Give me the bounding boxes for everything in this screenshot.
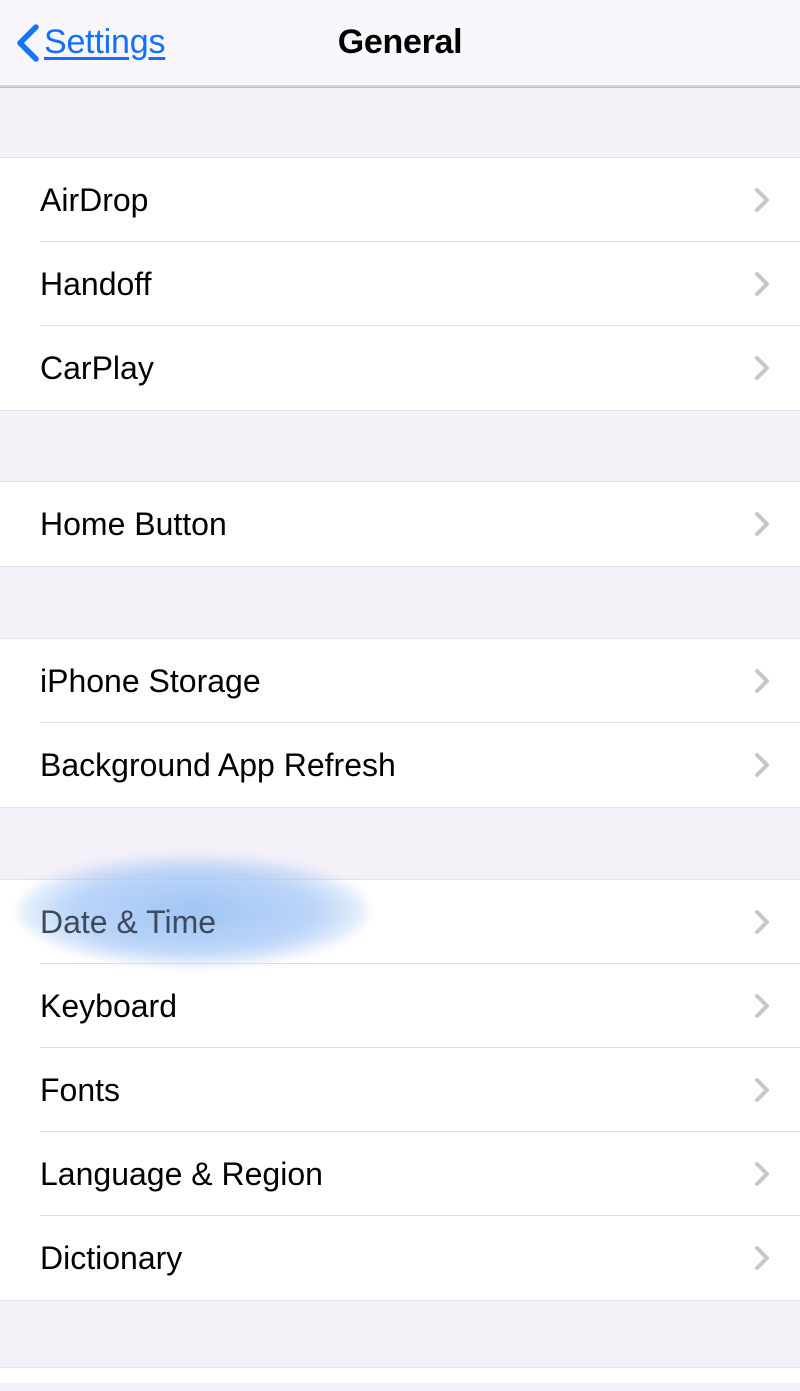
chevron-right-icon [754, 355, 770, 381]
row-label: Language & Region [40, 1156, 754, 1193]
page-title: General [338, 23, 463, 62]
chevron-right-icon [754, 187, 770, 213]
settings-group: Date & Time Keyboard Fonts Language & Re… [0, 879, 800, 1301]
row-carplay[interactable]: CarPlay [0, 326, 800, 410]
row-fonts[interactable]: Fonts [0, 1048, 800, 1132]
chevron-right-icon [754, 909, 770, 935]
row-home-button[interactable]: Home Button [0, 482, 800, 566]
chevron-right-icon [754, 752, 770, 778]
back-label: Settings [44, 23, 165, 62]
settings-group: AirDrop Handoff CarPlay [0, 157, 800, 411]
chevron-left-icon [16, 24, 40, 62]
row-label: Home Button [40, 506, 754, 543]
row-label: Fonts [40, 1072, 754, 1109]
chevron-right-icon [754, 993, 770, 1019]
row-label: Date & Time [40, 904, 754, 941]
row-label: Keyboard [40, 988, 754, 1025]
row-label: Background App Refresh [40, 747, 754, 784]
section-spacer [0, 411, 800, 481]
row-dictionary[interactable]: Dictionary [0, 1216, 800, 1300]
chevron-right-icon [754, 271, 770, 297]
row-language-region[interactable]: Language & Region [0, 1132, 800, 1216]
row-background-app-refresh[interactable]: Background App Refresh [0, 723, 800, 807]
row-label: Dictionary [40, 1240, 754, 1277]
row-label: Handoff [40, 266, 754, 303]
chevron-right-icon [754, 668, 770, 694]
row-handoff[interactable]: Handoff [0, 242, 800, 326]
navigation-bar: Settings General [0, 0, 800, 86]
row-label: iPhone Storage [40, 663, 754, 700]
row-label: CarPlay [40, 350, 754, 387]
chevron-right-icon [754, 511, 770, 537]
row-airdrop[interactable]: AirDrop [0, 158, 800, 242]
row-date-time[interactable]: Date & Time [0, 880, 800, 964]
section-spacer [0, 567, 800, 638]
section-spacer [0, 88, 800, 157]
section-spacer [0, 808, 800, 879]
settings-group: iPhone Storage Background App Refresh [0, 638, 800, 808]
chevron-right-icon [754, 1245, 770, 1271]
chevron-right-icon [754, 1077, 770, 1103]
settings-group: Home Button [0, 481, 800, 567]
row-iphone-storage[interactable]: iPhone Storage [0, 639, 800, 723]
footer-strip [0, 1367, 800, 1383]
row-label: AirDrop [40, 182, 754, 219]
row-keyboard[interactable]: Keyboard [0, 964, 800, 1048]
chevron-right-icon [754, 1161, 770, 1187]
back-button[interactable]: Settings [0, 23, 165, 62]
